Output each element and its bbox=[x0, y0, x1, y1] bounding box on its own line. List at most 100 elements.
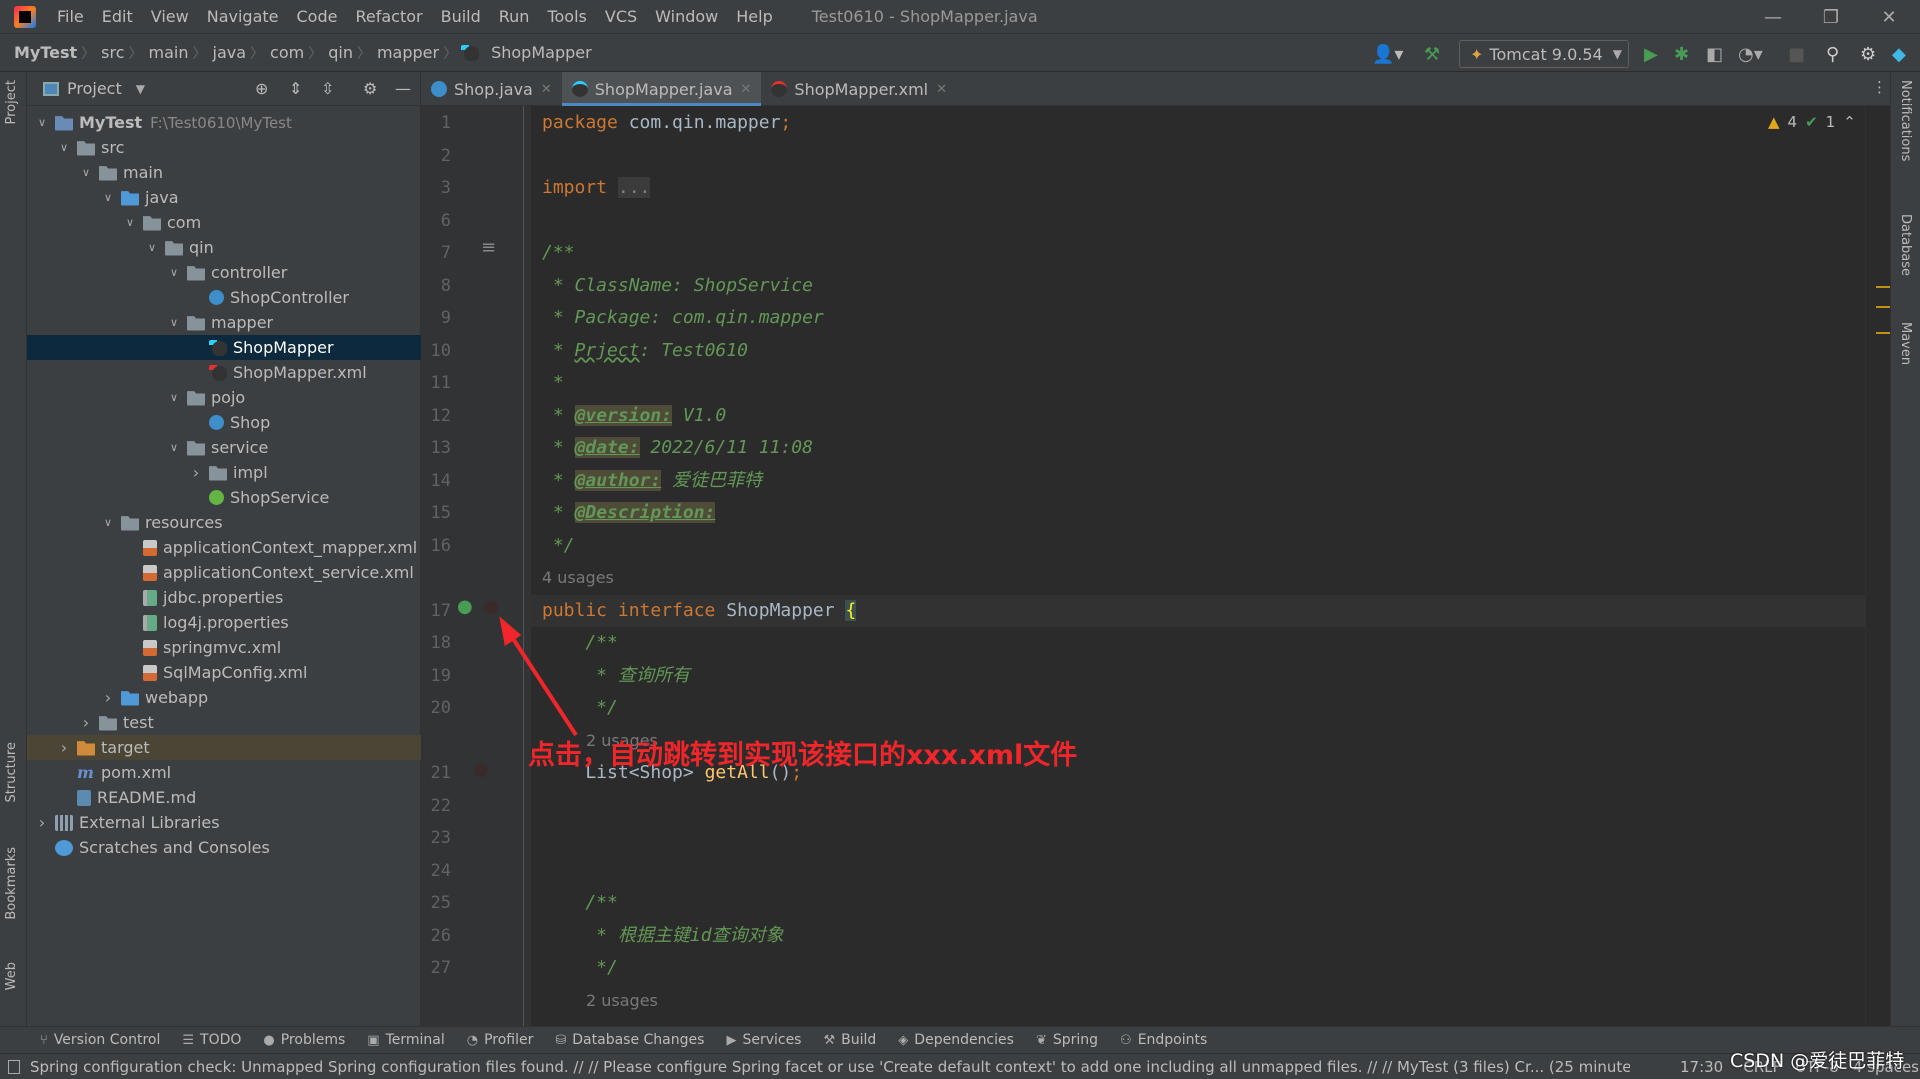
tree-item[interactable]: ∨ MyTest F:\Test0610\MyTest bbox=[27, 110, 421, 135]
breadcrumb-item[interactable]: qin bbox=[322, 43, 357, 62]
stripe-project[interactable]: Project bbox=[4, 80, 19, 124]
tree-item[interactable]: › test bbox=[27, 710, 421, 735]
stripe-notifications[interactable]: Notifications bbox=[1898, 80, 1913, 161]
prev-highlight-icon[interactable]: ⌃ bbox=[1843, 113, 1856, 131]
tool-window-build[interactable]: ⚒ Build bbox=[823, 1032, 876, 1048]
chevron-down-icon[interactable]: ▼ bbox=[136, 82, 145, 96]
breadcrumb-item[interactable]: src bbox=[95, 43, 128, 62]
usages-hint[interactable]: 4 usages bbox=[531, 562, 1865, 595]
stripe-structure[interactable]: Structure bbox=[4, 742, 19, 802]
restore-button[interactable]: ❐ bbox=[1802, 0, 1860, 34]
tree-item[interactable]: ∨ controller bbox=[27, 260, 421, 285]
stripe-bookmarks[interactable]: Bookmarks bbox=[4, 847, 19, 920]
tree-item[interactable]: ∨ qin bbox=[27, 235, 421, 260]
tree-item[interactable]: ∨ src bbox=[27, 135, 421, 160]
menu-tools[interactable]: Tools bbox=[538, 7, 595, 26]
menu-edit[interactable]: Edit bbox=[93, 7, 142, 26]
mybatis-navigate-to-xml-icon[interactable]: ● bbox=[483, 596, 499, 617]
tree-item[interactable]: ∨ java bbox=[27, 185, 421, 210]
stripe-maven[interactable]: Maven bbox=[1898, 322, 1913, 365]
stripe-database[interactable]: Database bbox=[1898, 214, 1913, 276]
tree-item[interactable]: applicationContext_service.xml bbox=[27, 560, 421, 585]
close-icon[interactable]: ✕ bbox=[936, 82, 947, 97]
gear-icon[interactable]: ⚙ bbox=[1860, 44, 1876, 65]
menu-run[interactable]: Run bbox=[490, 7, 539, 26]
tree-item[interactable]: ShopController bbox=[27, 285, 421, 310]
tree-item[interactable]: README.md bbox=[27, 785, 421, 810]
tree-item[interactable]: ∨ mapper bbox=[27, 310, 421, 335]
menu-help[interactable]: Help bbox=[727, 7, 781, 26]
tool-window-endpoints[interactable]: ⚇ Endpoints bbox=[1120, 1032, 1207, 1048]
coverage-icon[interactable]: ◧ bbox=[1706, 44, 1723, 65]
tree-item[interactable]: SqlMapConfig.xml bbox=[27, 660, 421, 685]
breadcrumb-item[interactable]: java bbox=[207, 43, 251, 62]
implemented-icon[interactable]: ● bbox=[457, 596, 473, 617]
usages-hint[interactable]: 2 usages bbox=[531, 985, 1865, 1018]
tool-window-version-control[interactable]: ⑂ Version Control bbox=[40, 1032, 160, 1048]
tree-item[interactable]: ∨ service bbox=[27, 435, 421, 460]
tree-item[interactable]: ∨ pojo bbox=[27, 385, 421, 410]
tool-window-database-changes[interactable]: ⛁ Database Changes bbox=[555, 1032, 704, 1048]
close-icon[interactable]: ✕ bbox=[541, 82, 552, 97]
tree-item[interactable]: ∨ resources bbox=[27, 510, 421, 535]
menu-refactor[interactable]: Refactor bbox=[346, 7, 431, 26]
tree-item[interactable]: ∨ main bbox=[27, 160, 421, 185]
tool-window-problems[interactable]: ● Problems bbox=[263, 1032, 345, 1048]
tree-item[interactable]: ∨ com bbox=[27, 210, 421, 235]
project-view-select[interactable]: Project bbox=[67, 79, 122, 98]
breadcrumb-item[interactable]: MyTest bbox=[8, 43, 81, 62]
stripe-web[interactable]: Web bbox=[4, 962, 19, 990]
close-button[interactable]: ✕ bbox=[1860, 0, 1918, 34]
menu-build[interactable]: Build bbox=[432, 7, 490, 26]
tab-shopmapper-java[interactable]: ShopMapper.java ✕ bbox=[561, 72, 762, 107]
tree-item[interactable]: log4j.properties bbox=[27, 610, 421, 635]
tree-item[interactable]: jdbc.properties bbox=[27, 585, 421, 610]
menu-vcs[interactable]: VCS bbox=[596, 7, 646, 26]
collapse-all-icon[interactable]: ⇳ bbox=[321, 79, 334, 98]
gear-icon[interactable]: ⚙ bbox=[363, 79, 377, 98]
tree-item[interactable]: › External Libraries bbox=[27, 810, 421, 835]
doc-render-icon[interactable]: ≡ bbox=[481, 237, 496, 258]
tree-item[interactable]: m pom.xml bbox=[27, 760, 421, 785]
tree-item[interactable]: › webapp bbox=[27, 685, 421, 710]
inspection-widget[interactable]: ▲4 ✔1 ⌃⌄ bbox=[1768, 113, 1876, 131]
status-message[interactable]: Spring configuration check: Unmapped Spr… bbox=[30, 1058, 1630, 1076]
menu-view[interactable]: View bbox=[142, 7, 198, 26]
tab-shop-java[interactable]: Shop.java ✕ bbox=[421, 72, 562, 106]
stop-icon[interactable]: ■ bbox=[1788, 44, 1805, 65]
tree-item[interactable]: ShopMapper bbox=[27, 335, 421, 360]
tree-item[interactable]: › target bbox=[27, 735, 421, 760]
tab-shopmapper-xml[interactable]: ShopMapper.xml ✕ bbox=[761, 72, 957, 106]
mybatis-navigate-to-xml-icon[interactable]: ● bbox=[473, 759, 489, 780]
run-icon[interactable]: ▶ bbox=[1644, 44, 1658, 65]
profile-icon[interactable]: ◔▾ bbox=[1738, 44, 1763, 65]
breadcrumb-item[interactable]: ShopMapper bbox=[485, 43, 596, 62]
breadcrumb-item[interactable]: mapper bbox=[371, 43, 443, 62]
locate-icon[interactable]: ⊕ bbox=[255, 79, 268, 98]
breadcrumb-item[interactable]: main bbox=[143, 43, 193, 62]
tree-item[interactable]: Scratches and Consoles bbox=[27, 835, 421, 860]
menu-window[interactable]: Window bbox=[646, 7, 727, 26]
expand-all-icon[interactable]: ⇕ bbox=[289, 79, 302, 98]
tool-window-dependencies[interactable]: ◈ Dependencies bbox=[898, 1032, 1014, 1048]
tool-window-services[interactable]: ▶ Services bbox=[726, 1032, 801, 1048]
build-hammer-icon[interactable]: ⚒ bbox=[1424, 44, 1440, 65]
tool-window-spring[interactable]: ❦ Spring bbox=[1036, 1032, 1098, 1048]
tool-window-todo[interactable]: ☰ TODO bbox=[182, 1032, 241, 1048]
run-config-select[interactable]: ✦ Tomcat 9.0.54 ▼ bbox=[1459, 40, 1629, 68]
menu-navigate[interactable]: Navigate bbox=[198, 7, 288, 26]
editor-scrollbar[interactable] bbox=[1865, 106, 1890, 1026]
tree-item[interactable]: Shop bbox=[27, 410, 421, 435]
jetbrains-toolbox-icon[interactable]: ◆ bbox=[1892, 44, 1906, 65]
tool-window-terminal[interactable]: ▣ Terminal bbox=[367, 1032, 444, 1048]
breadcrumb-item[interactable]: com bbox=[264, 43, 308, 62]
tool-window-profiler[interactable]: ◔ Profiler bbox=[467, 1032, 534, 1048]
menu-code[interactable]: Code bbox=[288, 7, 347, 26]
minimize-button[interactable]: — bbox=[1744, 0, 1802, 34]
tree-item[interactable]: applicationContext_mapper.xml bbox=[27, 535, 421, 560]
intellij-logo-icon[interactable] bbox=[14, 5, 36, 28]
vcs-user-icon[interactable]: 👤▾ bbox=[1372, 44, 1403, 65]
code-editor[interactable]: package com.qin.mapper; import ... /** * C… bbox=[531, 106, 1865, 1026]
usages-label[interactable]: 4 usages bbox=[542, 568, 614, 587]
search-icon[interactable]: ⚲ bbox=[1826, 44, 1839, 65]
